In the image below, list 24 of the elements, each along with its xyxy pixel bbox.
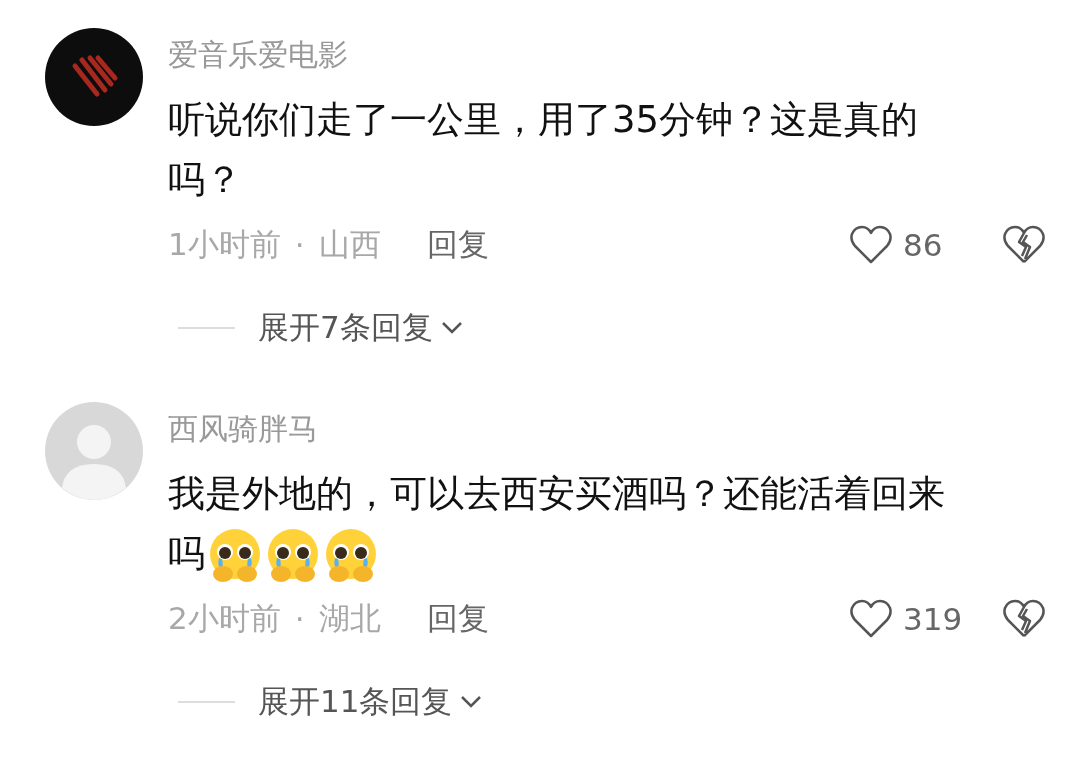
timestamp: 2小时前 xyxy=(168,599,281,638)
comment-text: 我是外地的，可以去西安买酒吗？还能活着回来吗 xyxy=(168,464,958,584)
expand-replies-link[interactable]: 展开11条回复 xyxy=(258,681,453,723)
chevron-down-icon[interactable] xyxy=(440,321,463,335)
location: 湖北 xyxy=(318,599,381,638)
avatar[interactable] xyxy=(45,28,143,126)
chevron-down-icon[interactable] xyxy=(460,695,483,709)
separator: · xyxy=(294,601,305,637)
reply-link[interactable]: 回复 xyxy=(426,598,489,640)
reply-link[interactable]: 回复 xyxy=(426,224,489,266)
crying-face-icon xyxy=(207,527,263,584)
expand-replies-link[interactable]: 展开7条回复 xyxy=(258,307,433,349)
broken-heart-icon[interactable] xyxy=(1003,599,1045,639)
location: 山西 xyxy=(318,225,381,264)
like-count: 86 xyxy=(903,227,944,263)
comment-text: 听说你们走了一公里，用了35分钟？这是真的吗？ xyxy=(168,97,920,203)
heart-icon[interactable] xyxy=(849,225,893,265)
separator: · xyxy=(294,227,305,263)
heart-icon[interactable] xyxy=(849,599,893,639)
like-count: 319 xyxy=(903,601,963,637)
crying-face-icon xyxy=(265,527,321,584)
timestamp: 1小时前 xyxy=(168,225,281,264)
crying-face-icon xyxy=(323,527,379,584)
broken-heart-icon[interactable] xyxy=(1003,225,1045,265)
